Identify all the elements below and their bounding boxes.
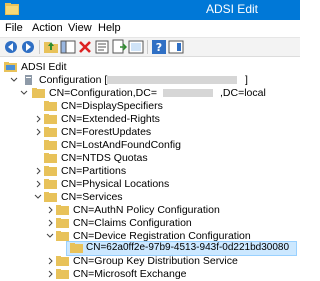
- help-icon[interactable]: ?: [151, 39, 167, 55]
- tree-node-displayspecifiers[interactable]: CN=DisplaySpecifiers: [44, 99, 244, 113]
- tree-node-label: CN=Partitions: [61, 165, 127, 177]
- back-arrow-icon[interactable]: [3, 39, 19, 55]
- tree-node-label: CN=LostAndFoundConfig: [61, 139, 181, 151]
- tree-node-label: CN=Claims Configuration: [73, 217, 192, 229]
- chevron-right-icon[interactable]: [46, 254, 54, 268]
- redacted-server-name: [107, 76, 237, 84]
- toolbar-separator: [147, 40, 148, 54]
- folder-icon: [70, 243, 83, 253]
- tree-node-label: CN=NTDS Quotas: [61, 152, 148, 164]
- tree-node-microsoft-exchange[interactable]: CN=Microsoft Exchange: [46, 267, 286, 281]
- chevron-down-icon[interactable]: [20, 86, 28, 100]
- export-list-icon[interactable]: [111, 39, 127, 55]
- show-hide-icon[interactable]: [168, 39, 184, 55]
- tree-node-group-key-distribution[interactable]: CN=Group Key Distribution Service: [46, 254, 286, 268]
- adsi-edit-app-icon: [5, 3, 19, 15]
- console-tree: ADSI Edit Configuration [ ] CN=Configura…: [0, 60, 300, 280]
- tree-node-ntds-quotas[interactable]: CN=NTDS Quotas: [44, 151, 244, 165]
- folder-icon: [56, 269, 69, 279]
- folder-icon: [56, 205, 69, 215]
- chevron-down-icon[interactable]: [46, 229, 54, 243]
- tree-node-label: CN=ForestUpdates: [61, 126, 152, 138]
- menu-help[interactable]: Help: [98, 22, 121, 34]
- chevron-right-icon[interactable]: [34, 125, 42, 139]
- tree-node-label: CN=AuthN Policy Configuration: [73, 204, 220, 216]
- console-tree-icon[interactable]: [60, 39, 76, 55]
- folder-icon: [44, 101, 57, 111]
- chevron-right-icon[interactable]: [34, 177, 42, 191]
- tree-node-label: CN=62a0ff2e-97b9-4513-943f-0d221bd30080: [86, 242, 290, 253]
- window-title: ADSI Edit: [205, 2, 258, 16]
- tree-node-label: CN=Microsoft Exchange: [73, 268, 187, 280]
- folder-icon: [32, 88, 45, 98]
- tree-node-physical-locations[interactable]: CN=Physical Locations: [34, 177, 234, 191]
- tree-node-lostandfoundconfig[interactable]: CN=LostAndFoundConfig: [44, 138, 244, 152]
- folder-icon: [44, 114, 57, 124]
- tree-node-partitions[interactable]: CN=Partitions: [34, 164, 234, 178]
- folder-icon: [56, 231, 69, 241]
- tree-node-label: CN=DisplaySpecifiers: [61, 100, 163, 112]
- up-folder-icon[interactable]: [43, 39, 59, 55]
- tree-root-node[interactable]: ADSI Edit: [4, 60, 124, 74]
- chevron-down-icon[interactable]: [10, 73, 18, 87]
- menu-file[interactable]: File: [5, 22, 23, 34]
- tree-node-claims-configuration[interactable]: CN=Claims Configuration: [46, 216, 286, 230]
- tree-node-label: CN=Group Key Distribution Service: [73, 255, 238, 267]
- config-dn-prefix: CN=Configuration,DC=: [49, 87, 157, 99]
- menu-action[interactable]: Action: [32, 22, 63, 34]
- folder-icon: [44, 179, 57, 189]
- configuration-label: Configuration [: [39, 74, 108, 86]
- properties-icon[interactable]: [94, 39, 110, 55]
- title-bar: ADSI Edit: [0, 0, 300, 20]
- tree-node-authn-policy[interactable]: CN=AuthN Policy Configuration: [46, 203, 286, 217]
- folder-icon: [44, 140, 57, 150]
- folder-icon: [44, 166, 57, 176]
- chevron-right-icon[interactable]: [34, 164, 42, 178]
- chevron-right-icon[interactable]: [46, 203, 54, 217]
- tree-node-selected-guid[interactable]: CN=62a0ff2e-97b9-4513-943f-0d221bd30080: [70, 241, 295, 255]
- chevron-down-icon[interactable]: [34, 190, 42, 204]
- menu-bar: File Action View Help: [0, 20, 300, 38]
- delete-icon[interactable]: [77, 39, 93, 55]
- folder-icon: [44, 192, 57, 202]
- forward-arrow-icon[interactable]: [20, 39, 36, 55]
- tree-node-forestupdates[interactable]: CN=ForestUpdates: [34, 125, 234, 139]
- toolbar: ?: [0, 38, 300, 57]
- chevron-right-icon[interactable]: [34, 112, 42, 126]
- folder-icon: [44, 153, 57, 163]
- toolbar-separator: [39, 40, 40, 54]
- tree-node-services[interactable]: CN=Services: [34, 190, 234, 204]
- redacted-domain-name: [163, 89, 213, 97]
- svg-text:?: ?: [156, 41, 162, 54]
- tree-node-extended-rights[interactable]: CN=Extended-Rights: [34, 112, 234, 126]
- chevron-right-icon[interactable]: [46, 267, 54, 281]
- tree-node-label: CN=Services: [61, 191, 123, 203]
- folder-icon: [56, 256, 69, 266]
- tree-node-label: CN=Extended-Rights: [61, 113, 160, 125]
- tree-node-configuration[interactable]: Configuration [ ]: [10, 73, 295, 87]
- folder-icon: [44, 127, 57, 137]
- tree-node-configuration-dn[interactable]: CN=Configuration,DC= ,DC=local: [20, 86, 295, 100]
- configuration-label-end: ]: [245, 74, 248, 86]
- adsi-edit-icon: [4, 62, 17, 72]
- refresh-icon[interactable]: [128, 39, 144, 55]
- folder-icon: [56, 218, 69, 228]
- tree-root-label: ADSI Edit: [21, 61, 67, 73]
- server-icon: [25, 75, 32, 85]
- config-dn-suffix: ,DC=local: [220, 87, 266, 99]
- chevron-right-icon[interactable]: [46, 216, 54, 230]
- menu-view[interactable]: View: [68, 22, 92, 34]
- tree-node-label: CN=Physical Locations: [61, 178, 170, 190]
